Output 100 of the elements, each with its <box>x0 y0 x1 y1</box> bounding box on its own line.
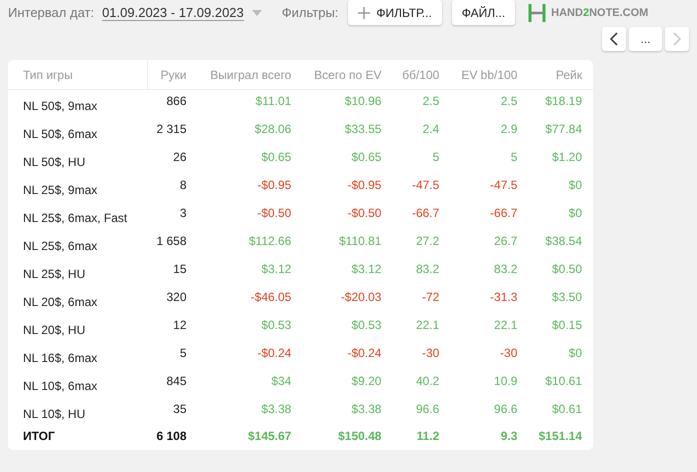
table-cell-text: $9.20 <box>350 372 382 390</box>
table-cell-text: $0.50 <box>550 260 583 278</box>
table-cell-text: 35 <box>172 400 188 418</box>
table-cell-text: NL 10$, 6max <box>22 378 98 394</box>
table-cell-text: 2.9 <box>500 120 518 138</box>
table-cell-text: NL 50$, 6max <box>22 126 98 142</box>
table-cell-text: $1.20 <box>550 148 583 166</box>
table-cell-text: 5 <box>432 148 440 166</box>
column-header[interactable]: EV bb/100 <box>450 60 528 90</box>
table-cell-text: 96.6 <box>414 400 440 418</box>
table-cell-text: $0.53 <box>260 316 292 334</box>
table-cell-text: NL 25$, 6max, Fast <box>22 210 128 226</box>
table-cell-text: 22.1 <box>414 316 440 334</box>
table-cell-text: -30 <box>420 344 440 362</box>
table-cell-text: 2.4 <box>422 120 440 138</box>
table-cell-text: $0 <box>568 204 583 222</box>
table-cell: $10.96 <box>302 90 392 118</box>
previous-button[interactable] <box>602 27 626 51</box>
date-range-field[interactable]: 01.09.2023 - 17.09.2023 <box>102 4 244 20</box>
table-cell-text: -$0.50 <box>256 204 292 222</box>
table-cell-text: 5 <box>510 148 518 166</box>
table-cell: 866 <box>147 90 198 118</box>
table-cell: $18.19 <box>528 90 593 118</box>
column-header[interactable]: Выиграл всего <box>198 60 302 90</box>
column-header[interactable]: Тип игры <box>8 60 148 90</box>
table-cell-text: -72 <box>420 288 440 306</box>
table-cell-text: NL 20$, HU <box>22 322 86 338</box>
table-cell-text: NL 25$, 9max <box>22 182 98 198</box>
table-cell-text: 12 <box>172 316 188 334</box>
table-cell-text: $77.84 <box>544 120 583 138</box>
table-cell-text: 83.2 <box>493 260 518 278</box>
logo-text: HAND2NOTE.COM <box>551 6 648 18</box>
table-cell-text: 5 <box>178 344 188 362</box>
table-cell-text: $38.54 <box>544 232 583 250</box>
file-button[interactable]: ФАЙЛ... <box>452 0 516 25</box>
total-cell-text: ИТОГ <box>22 428 56 444</box>
total-cell-text: $150.48 <box>337 428 382 444</box>
total-cell-text: $145.67 <box>246 428 292 444</box>
table-cell-text: -$0.24 <box>256 344 292 362</box>
table-cell-text: 26 <box>172 148 188 166</box>
table-cell-text: 26.7 <box>493 232 518 250</box>
table-cell-text: NL 16$, 6max <box>22 350 98 366</box>
column-header[interactable]: Всего по EV <box>302 60 392 90</box>
table-cell: NL 50$, 9max <box>8 90 148 118</box>
table-cell-text: $28.06 <box>254 120 292 138</box>
table-cell: 2.5 <box>392 90 450 118</box>
filter-button[interactable]: ФИЛЬТР... <box>348 0 442 25</box>
table-cell-text: $112.66 <box>248 232 292 250</box>
total-cell-text: $151.14 <box>538 428 583 444</box>
table-cell-text: NL 20$, 6max <box>22 294 98 310</box>
table-cell-text: $10.61 <box>544 372 583 390</box>
table-cell-text: -$0.50 <box>346 204 382 222</box>
table-cell-text: 22.1 <box>493 316 518 334</box>
total-cell-text: 9.3 <box>500 428 518 444</box>
column-header[interactable]: Руки <box>147 60 198 90</box>
table-cell-text: $34 <box>270 372 292 390</box>
table-cell-text: -66.7 <box>410 204 440 222</box>
table-cell-text: $33.55 <box>344 120 382 138</box>
table-cell-text: $0.65 <box>350 148 382 166</box>
plus-icon <box>358 6 370 18</box>
table-cell-text: $0 <box>568 176 583 194</box>
table-cell-text: $0.61 <box>550 400 583 418</box>
table-cell-text: NL 50$, HU <box>22 154 86 170</box>
table-cell-text: $3.38 <box>260 400 292 418</box>
table-cell-text: $0.65 <box>260 148 292 166</box>
total-cell-text: 6 108 <box>155 428 188 444</box>
table-cell: $11.01 <box>198 90 302 118</box>
table-cell-text: NL 10$, HU <box>22 406 86 422</box>
table-cell-text: NL 25$, HU <box>22 266 86 282</box>
table-cell-text: NL 25$, 6max <box>22 238 98 254</box>
chevron-left-icon <box>610 32 618 46</box>
total-cell-text: 11.2 <box>416 428 440 444</box>
table-cell-text: -47.5 <box>489 176 518 194</box>
table-cell-text: 8 <box>178 176 188 194</box>
table-cell-text: 320 <box>165 288 188 306</box>
table-cell-text: $0 <box>568 344 583 362</box>
table-cell-text: -47.5 <box>410 176 440 194</box>
table-cell-text: 10.9 <box>493 372 518 390</box>
chevron-right-icon <box>673 32 681 46</box>
table-cell-text: -$0.24 <box>346 344 382 362</box>
column-header[interactable]: Рейк <box>528 60 593 90</box>
logo-icon <box>527 2 548 22</box>
table-cell-text: 3 <box>178 204 188 222</box>
table-cell-text: 83.2 <box>414 260 440 278</box>
table-cell-text: $3.12 <box>350 260 382 278</box>
table-cell-text: 845 <box>165 372 188 390</box>
table-cell-text: -$0.95 <box>256 176 292 194</box>
table-cell: 2.5 <box>450 90 528 118</box>
table-cell-text: 27.2 <box>414 232 440 250</box>
caret-icon[interactable] <box>252 10 262 16</box>
table-cell-text: $110.81 <box>338 232 382 250</box>
filters-label: Фильтры: <box>282 5 338 20</box>
table-cell-text: 40.2 <box>414 372 440 390</box>
table-cell-text: -$0.95 <box>346 176 382 194</box>
table-cell-text: 96.6 <box>493 400 518 418</box>
table-cell-text: -30 <box>499 344 518 362</box>
column-header[interactable]: бб/100 <box>392 60 450 90</box>
more-button[interactable]: ... <box>629 27 662 51</box>
table-cell-text: $3.12 <box>260 260 292 278</box>
table-cell-text: -$20.03 <box>340 288 382 306</box>
